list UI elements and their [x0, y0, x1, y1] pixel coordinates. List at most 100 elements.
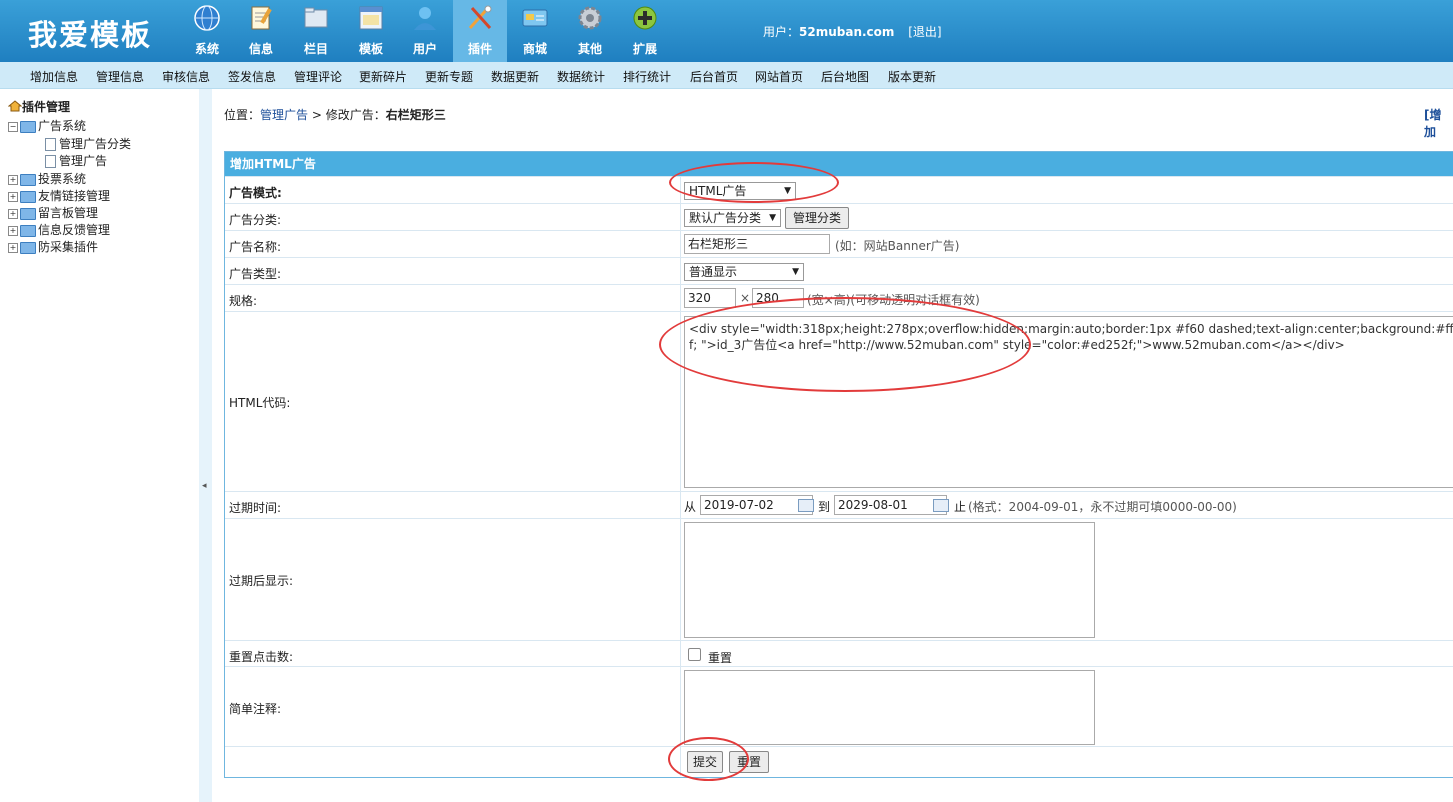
- nav-other[interactable]: 其他: [563, 0, 617, 62]
- to-label: 到: [818, 500, 831, 514]
- nav-plugin[interactable]: 插件: [453, 0, 507, 62]
- row-name: 广告名称: 右栏矩形三 (如：网站Banner广告): [225, 230, 1453, 258]
- menu-item[interactable]: 增加信息: [30, 68, 78, 85]
- nav-column[interactable]: 栏目: [289, 0, 343, 62]
- field-label: 规格:: [229, 294, 258, 308]
- logout-link[interactable]: [退出]: [908, 25, 941, 39]
- expand-icon[interactable]: +: [8, 191, 18, 202]
- row-note: 简单注释:: [225, 666, 1453, 747]
- breadcrumb-prefix: 位置：: [224, 108, 261, 122]
- notepad-icon: [251, 6, 272, 30]
- field-label: 过期时间:: [229, 501, 282, 515]
- menu-item[interactable]: 后台首页: [690, 68, 738, 85]
- nav-shop[interactable]: 商城: [508, 0, 562, 62]
- ad-name-input[interactable]: 右栏矩形三: [684, 234, 830, 254]
- menu-item[interactable]: 版本更新: [888, 68, 936, 85]
- nav-label: 信息: [248, 42, 273, 56]
- note-textarea[interactable]: [684, 670, 1095, 745]
- tree-item-label: 信息反馈管理: [38, 223, 111, 237]
- tree-item-manage-ad[interactable]: 管理广告: [45, 152, 107, 169]
- nav-label: 其他: [577, 42, 602, 56]
- menu-item[interactable]: 更新碎片: [359, 68, 407, 85]
- tree-item-label: 管理广告分类: [59, 137, 132, 151]
- nav-system[interactable]: 系统: [180, 0, 234, 62]
- page-icon: [45, 155, 56, 168]
- breadcrumb-current: 右栏矩形三: [385, 108, 446, 122]
- nav-label: 用户: [412, 42, 437, 56]
- nav-label: 栏目: [303, 42, 328, 56]
- sidebar-tree: 插件管理 − 广告系统 管理广告分类 管理广告 + 投票系统 + 友情链接管理 + 留言…: [0, 89, 199, 802]
- menu-item[interactable]: 网站首页: [755, 68, 803, 85]
- tree-item-label: 留言板管理: [38, 206, 99, 220]
- menu-item[interactable]: 管理信息: [96, 68, 144, 85]
- nav-template[interactable]: 模板: [344, 0, 398, 62]
- tree-root[interactable]: 插件管理: [7, 98, 71, 115]
- nav-label: 扩展: [632, 42, 657, 56]
- row-category: 广告分类: 默认广告分类 ▼ 管理分类: [225, 203, 1453, 231]
- page-icon: [45, 138, 56, 151]
- quick-menu-bar: 增加信息 管理信息 审核信息 签发信息 管理评论 更新碎片 更新专题 数据更新 …: [0, 62, 1453, 89]
- row-actions: 提交 重置: [225, 746, 1453, 777]
- tree-item-manage-ad-category[interactable]: 管理广告分类: [45, 135, 131, 152]
- tree-item-links[interactable]: + 友情链接管理: [8, 187, 110, 204]
- tree-item-label: 友情链接管理: [38, 189, 111, 203]
- ad-type-select[interactable]: 普通显示 ▼: [684, 263, 804, 281]
- tools-icon: [468, 5, 492, 30]
- field-label: 广告模式:: [229, 186, 282, 200]
- calendar-icon[interactable]: [933, 499, 949, 512]
- ad-category-value: 默认广告分类: [689, 211, 762, 225]
- row-after-expire: 过期后显示:: [225, 518, 1453, 641]
- manage-category-button[interactable]: 管理分类: [785, 207, 849, 229]
- tree-item-ad-system[interactable]: − 广告系统: [8, 117, 86, 134]
- nav-extend[interactable]: 扩展: [618, 0, 672, 62]
- menu-item[interactable]: 排行统计: [623, 68, 671, 85]
- tree-item-label: 防采集插件: [38, 240, 99, 254]
- folder-icon: [20, 207, 36, 220]
- user-prefix: 用户：: [763, 25, 800, 39]
- menu-item[interactable]: 管理评论: [294, 68, 342, 85]
- ad-category-select[interactable]: 默认广告分类 ▼: [684, 209, 781, 227]
- calendar-icon[interactable]: [798, 499, 814, 512]
- menu-item[interactable]: 签发信息: [228, 68, 276, 85]
- expand-icon[interactable]: +: [8, 242, 18, 253]
- ad-mode-select[interactable]: HTML广告 ▼: [684, 182, 796, 200]
- collapse-arrow-icon[interactable]: ◂: [202, 481, 207, 491]
- expand-icon[interactable]: +: [8, 225, 18, 236]
- tree-item-anti-scrape[interactable]: + 防采集插件: [8, 238, 98, 255]
- html-code-textarea[interactable]: <div style="width:318px;height:278px;ove…: [684, 316, 1453, 488]
- reset-button[interactable]: 重置: [729, 751, 769, 773]
- menu-item[interactable]: 审核信息: [162, 68, 210, 85]
- after-expire-textarea[interactable]: [684, 522, 1095, 638]
- height-input[interactable]: 280: [752, 288, 804, 308]
- tree-root-label: 插件管理: [22, 100, 71, 114]
- tree-item-vote[interactable]: + 投票系统: [8, 170, 86, 187]
- breadcrumb: 位置：管理广告 > 修改广告：右栏矩形三: [224, 106, 446, 123]
- ad-form: 增加HTML广告 广告模式: HTML广告 ▼ 广告分类: 默认广告分类 ▼ 管理分…: [224, 151, 1453, 778]
- submit-button[interactable]: 提交: [687, 751, 723, 773]
- width-input[interactable]: 320: [684, 288, 736, 308]
- breadcrumb-link[interactable]: 管理广告: [260, 108, 308, 122]
- folder-icon: [20, 190, 36, 203]
- add-ad-link[interactable]: [增加: [1424, 106, 1453, 140]
- nav-info[interactable]: 信息: [234, 0, 288, 62]
- menu-item[interactable]: 数据更新: [491, 68, 539, 85]
- row-html-code: HTML代码: <div style="width:318px;height:2…: [225, 311, 1453, 492]
- menu-item[interactable]: 后台地图: [821, 68, 869, 85]
- end-date-input[interactable]: 2029-08-01: [834, 495, 947, 515]
- expand-icon[interactable]: +: [8, 174, 18, 185]
- reset-clicks-checkbox[interactable]: [688, 648, 701, 661]
- menu-item[interactable]: 更新专题: [425, 68, 473, 85]
- tree-item-guestbook[interactable]: + 留言板管理: [8, 204, 98, 221]
- form-title: 增加HTML广告: [225, 152, 1453, 176]
- menu-item[interactable]: 数据统计: [557, 68, 605, 85]
- collapse-icon[interactable]: −: [8, 121, 18, 132]
- breadcrumb-sep: > 修改广告：: [308, 108, 386, 122]
- username: 52muban.com: [799, 25, 895, 39]
- row-expire: 过期时间: 从 2019-07-02 到 2029-08-01 止 (格式：20…: [225, 491, 1453, 519]
- start-date-input[interactable]: 2019-07-02: [700, 495, 813, 515]
- tree-item-feedback[interactable]: + 信息反馈管理: [8, 221, 110, 238]
- nav-user[interactable]: 用户: [398, 0, 452, 62]
- sidebar-splitter[interactable]: ◂: [199, 89, 212, 802]
- gear-icon: [578, 6, 602, 30]
- expand-icon[interactable]: +: [8, 208, 18, 219]
